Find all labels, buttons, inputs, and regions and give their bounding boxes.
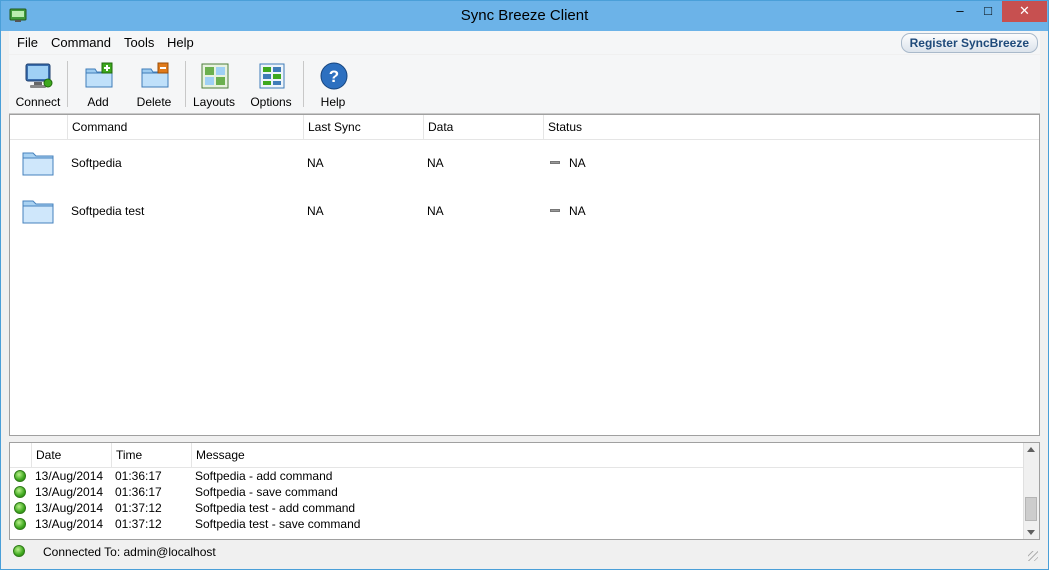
register-button[interactable]: Register SyncBreeze	[900, 33, 1038, 53]
menu-help[interactable]: Help	[167, 35, 194, 50]
log-scrollbar[interactable]	[1023, 443, 1039, 539]
log-column-date[interactable]: Date	[32, 443, 112, 467]
status-idle-icon	[550, 209, 560, 212]
toolbar-separator	[67, 61, 68, 107]
connect-button[interactable]: Connect	[11, 59, 65, 111]
log-date: 13/Aug/2014	[35, 485, 104, 499]
help-button[interactable]: ? Help	[306, 59, 360, 111]
command-row[interactable]: Softpedia test NA NA NA	[10, 187, 1039, 235]
log-column-time[interactable]: Time	[112, 443, 192, 467]
computer-connect-icon	[25, 63, 53, 88]
minimize-button[interactable]: ‒	[946, 1, 974, 22]
log-panel[interactable]: Date Time Message 13/Aug/2014 01:36:17 S…	[9, 442, 1040, 540]
folder-delete-icon	[141, 62, 169, 88]
commands-list[interactable]: Command Last Sync Data Status Softpedia …	[9, 114, 1040, 436]
command-status: NA	[569, 156, 586, 170]
success-status-icon	[14, 470, 26, 482]
column-icon[interactable]	[10, 115, 68, 139]
log-header: Date Time Message	[10, 443, 1024, 468]
success-status-icon	[14, 518, 26, 530]
help-label: Help	[320, 95, 346, 109]
add-button[interactable]: Add	[71, 59, 125, 111]
window-title: Sync Breeze Client	[460, 7, 589, 24]
command-row[interactable]: Softpedia NA NA NA	[10, 139, 1039, 187]
help-question-icon: ?	[320, 62, 348, 90]
folder-icon	[22, 200, 54, 224]
menu-file[interactable]: File	[17, 35, 38, 50]
command-name: Softpedia test	[71, 204, 145, 218]
svg-text:?: ?	[329, 67, 339, 86]
folder-add-icon	[85, 62, 113, 88]
delete-label: Delete	[136, 95, 172, 109]
scroll-up-arrow-icon[interactable]	[1027, 447, 1035, 452]
command-data: NA	[427, 156, 444, 170]
log-date: 13/Aug/2014	[35, 469, 104, 483]
resize-grip-icon[interactable]	[1028, 551, 1038, 561]
log-date: 13/Aug/2014	[35, 517, 104, 531]
log-message: Softpedia - save command	[195, 485, 338, 499]
menu-command[interactable]: Command	[51, 35, 111, 50]
log-time: 01:36:17	[115, 485, 162, 499]
command-status: NA	[569, 204, 586, 218]
log-message: Softpedia - add command	[195, 469, 333, 483]
toolbar: Connect Add Delete Layouts Options ? Hel…	[9, 55, 1040, 114]
folder-icon	[22, 152, 54, 176]
log-date: 13/Aug/2014	[35, 501, 104, 515]
success-status-icon	[14, 486, 26, 498]
command-last-sync: NA	[307, 156, 324, 170]
log-row[interactable]: 13/Aug/2014 01:36:17 Softpedia - save co…	[10, 484, 1024, 500]
toolbar-separator	[185, 61, 186, 107]
delete-button[interactable]: Delete	[127, 59, 181, 111]
maximize-button[interactable]: □	[974, 1, 1002, 22]
app-window: Sync Breeze Client ‒ □ ✕ File Command To…	[0, 0, 1049, 570]
log-column-message[interactable]: Message	[192, 443, 1024, 467]
log-message: Softpedia test - add command	[195, 501, 356, 515]
column-last-sync[interactable]: Last Sync	[304, 115, 424, 139]
column-status[interactable]: Status	[544, 115, 1039, 139]
log-row[interactable]: 13/Aug/2014 01:36:17 Softpedia - add com…	[10, 468, 1024, 484]
log-row[interactable]: 13/Aug/2014 01:37:12 Softpedia test - sa…	[10, 516, 1024, 532]
options-button[interactable]: Options	[244, 59, 298, 111]
layouts-icon	[201, 63, 229, 89]
layouts-button[interactable]: Layouts	[187, 59, 241, 111]
connected-status-icon	[13, 545, 25, 557]
status-idle-icon	[550, 161, 560, 164]
command-name: Softpedia	[71, 156, 122, 170]
menu-bar: File Command Tools Help Register SyncBre…	[9, 31, 1040, 54]
status-bar: Connected To: admin@localhost	[9, 541, 1040, 563]
column-data[interactable]: Data	[424, 115, 544, 139]
success-status-icon	[14, 502, 26, 514]
command-last-sync: NA	[307, 204, 324, 218]
log-message: Softpedia test - save command	[195, 517, 361, 531]
connection-status-text: Connected To: admin@localhost	[43, 545, 216, 559]
close-button[interactable]: ✕	[1002, 1, 1047, 22]
scroll-down-arrow-icon[interactable]	[1027, 530, 1035, 535]
log-time: 01:37:12	[115, 501, 162, 515]
log-time: 01:36:17	[115, 469, 162, 483]
toolbar-separator	[303, 61, 304, 107]
commands-header: Command Last Sync Data Status	[10, 115, 1039, 140]
add-label: Add	[87, 95, 109, 109]
scroll-thumb[interactable]	[1025, 497, 1037, 521]
layouts-label: Layouts	[192, 95, 236, 109]
log-row[interactable]: 13/Aug/2014 01:37:12 Softpedia test - ad…	[10, 500, 1024, 516]
title-bar[interactable]: Sync Breeze Client ‒ □ ✕	[1, 1, 1048, 31]
log-time: 01:37:12	[115, 517, 162, 531]
menu-tools[interactable]: Tools	[124, 35, 154, 50]
connect-label: Connect	[15, 95, 61, 109]
command-data: NA	[427, 204, 444, 218]
log-column-icon[interactable]	[10, 443, 32, 467]
column-command[interactable]: Command	[68, 115, 304, 139]
options-icon	[259, 63, 285, 89]
options-label: Options	[250, 95, 292, 109]
